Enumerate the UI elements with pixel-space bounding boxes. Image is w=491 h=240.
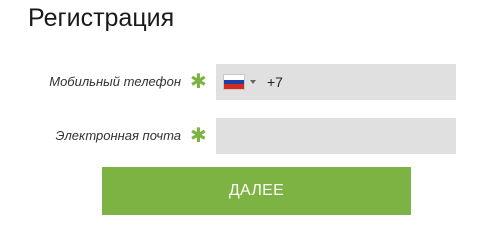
email-label: Электронная почта — [55, 128, 181, 143]
phone-field[interactable]: +7 — [216, 64, 456, 100]
phone-label: Мобильный телефон — [49, 74, 181, 89]
caret-down-icon — [250, 80, 256, 84]
required-asterisk-icon: ✱ — [190, 125, 207, 147]
required-asterisk-icon: ✱ — [190, 71, 207, 93]
dial-code: +7 — [267, 74, 283, 90]
phone-row: Мобильный телефон ✱ +7 — [0, 64, 491, 100]
email-input[interactable] — [216, 118, 456, 154]
registration-page: Регистрация Мобильный телефон ✱ +7 Элект… — [0, 0, 491, 232]
email-row: Электронная почта ✱ — [0, 118, 491, 154]
next-button[interactable]: ДАЛЕЕ — [102, 167, 411, 215]
country-code-dropdown[interactable] — [224, 75, 256, 90]
page-title: Регистрация — [28, 4, 175, 32]
russia-flag-icon — [224, 75, 244, 90]
email-field-box — [216, 118, 456, 154]
